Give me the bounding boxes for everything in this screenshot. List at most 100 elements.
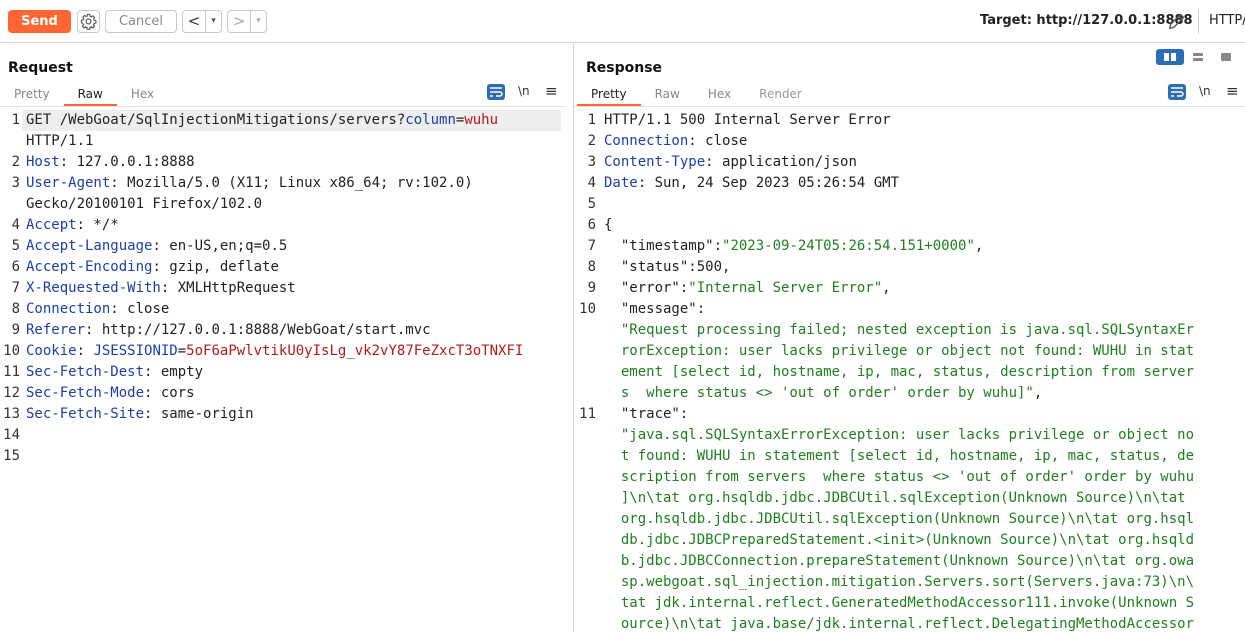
code-line: 10 "message": [574,299,1245,320]
tab-render[interactable]: Render [745,86,816,106]
code-line: 1 GET /WebGoat/SqlInjectionMitigations/se… [12,110,561,131]
header-value: : 127.0.0.1:8888 [59,154,195,170]
layout-toggle [1156,49,1240,65]
code-line: "Request processing failed; nested excep… [574,320,1245,341]
tab-hex[interactable]: Hex [694,86,745,106]
line-text: db.jdbc.JDBCPreparedStatement.<init>(Unk… [604,530,1194,551]
code-line: b.jdbc.JDBCConnection.prepareStatement(U… [574,551,1245,572]
layout-stacked-button[interactable] [1184,49,1212,65]
http-version-label[interactable]: HTTP/ [1209,13,1245,28]
header-value: : gzip, deflate [152,259,279,275]
line-number: 14 [3,427,20,443]
json-key: "trace": [604,406,689,422]
line-number: 4 [11,217,20,233]
header-value: : XMLHttpRequest [160,280,296,296]
line-number: 6 [11,259,20,275]
equals-sign: = [177,343,187,359]
header-name: Sec-Fetch-Mode [26,385,145,401]
line-text: ]\n\tat org.hsqldb.jdbc.JDBCUtil.sqlExce… [604,488,1186,509]
back-history-dropdown[interactable]: ▾ [205,11,221,32]
edit-target-button[interactable] [1166,10,1188,32]
tab-pretty[interactable]: Pretty [0,86,64,106]
newline-icon[interactable]: \n [518,84,530,98]
header-name: Referer [26,322,86,338]
header-value: : en-US,en;q=0.5 [152,238,288,254]
line-number: 8 [587,259,596,275]
tab-raw[interactable]: Raw [63,86,117,106]
line-number: 10 [3,343,20,359]
tab-raw[interactable]: Raw [641,86,694,106]
send-button[interactable]: Send [8,10,71,33]
tab-pretty[interactable]: Pretty [577,86,641,106]
line-text: GET /WebGoat/SqlInjectionMitigations/ser… [26,110,498,131]
layout-tabs-button[interactable] [1212,49,1240,65]
json-number: 500 [696,259,723,275]
forward-history-dropdown[interactable]: ▾ [250,11,266,32]
json-string: "2023-09-24T05:26:54.151+0000" [722,238,975,254]
json-string: rorException: user lacks privilege or ob… [604,343,1195,359]
layout-side-by-side-button[interactable] [1156,49,1184,65]
header-name: X-Requested-With [26,280,161,296]
plain-text: { [604,217,613,233]
plain-text: HTTP/1.1 500 Internal Server Error [604,112,891,128]
header-name: Connection [26,301,111,317]
header-value: : [76,343,94,359]
request-editor[interactable]: 1 GET /WebGoat/SqlInjectionMitigations/se… [0,110,566,467]
code-line: 3 Content-Type: application/json [574,152,1245,173]
line-text: scription from servers where status <> '… [604,467,1194,488]
tab-hex[interactable]: Hex [117,86,168,106]
response-title: Response [586,60,663,76]
header-name: User-Agent [26,175,111,191]
line-text: b.jdbc.JDBCConnection.prepareStatement(U… [604,551,1194,572]
json-string: ement [select id, hostname, ip, mac, sta… [604,364,1195,380]
code-line: 12 Sec-Fetch-Mode: cors [0,383,566,404]
line-number: 3 [587,154,596,170]
line-text: { [604,215,612,236]
header-value: : same-origin [144,406,254,422]
json-key: "status": [604,259,697,275]
response-viewer[interactable]: 1 HTTP/1.1 500 Internal Server Error 2 Conn… [574,110,1245,632]
header-name: Sec-Fetch-Dest [26,364,145,380]
line-text: ource)\n\tat java.base/jdk.internal.refl… [604,614,1194,632]
hamburger-menu-icon[interactable]: ≡ [545,82,558,100]
response-panel: Response Pretty Raw Hex Render \n ≡ 1 HTT… [574,44,1245,632]
single-pane-icon [1221,53,1231,61]
line-text: Connection: close [26,299,169,320]
line-text: Date: Sun, 24 Sep 2023 05:26:54 GMT [604,173,899,194]
plain-text: Gecko/20100101 Firefox/102.0 [26,196,263,212]
code-line: s where status <> 'out of order' order b… [574,383,1245,404]
line-text: Connection: close [604,131,747,152]
rows-icon [1193,53,1203,61]
json-string: sp.webgoat.sql_injection.mitigation.Serv… [604,574,1195,590]
line-number: 5 [11,238,20,254]
code-line: sp.webgoat.sql_injection.mitigation.Serv… [574,572,1245,593]
header-value: : cors [144,385,195,401]
line-text: sp.webgoat.sql_injection.mitigation.Serv… [604,572,1194,593]
line-number: 9 [587,280,596,296]
line-text: HTTP/1.1 500 Internal Server Error [604,110,891,131]
json-string: scription from servers where status <> '… [604,469,1195,485]
response-wrap-toggle[interactable] [1168,84,1186,100]
json-key: "message": [604,301,706,317]
json-string: ource)\n\tat java.base/jdk.internal.refl… [604,616,1195,632]
json-punct: , [1033,385,1043,401]
newline-icon[interactable]: \n [1199,84,1211,98]
request-wrap-toggle[interactable] [487,84,505,100]
header-value: : close [688,133,748,149]
plain-text: HTTP/1.1 [26,133,94,149]
header-value: : Sun, 24 Sep 2023 05:26:54 GMT [637,175,900,191]
settings-button[interactable] [77,10,100,33]
forward-button[interactable]: > [228,11,250,32]
pencil-icon [1168,13,1185,30]
line-text: ement [select id, hostname, ip, mac, sta… [604,362,1194,383]
code-line: 4 Accept: */* [0,215,566,236]
response-tabs-divider [574,106,1245,107]
header-value: : Mozilla/5.0 (X11; Linux x86_64; rv:102… [110,175,473,191]
query-param-name: column [405,112,456,128]
line-text: HTTP/1.1 [26,131,93,152]
line-number: 15 [3,448,20,464]
code-line: t found: WUHU in statement [select id, h… [574,446,1245,467]
back-button[interactable]: < [183,11,205,32]
hamburger-menu-icon[interactable]: ≡ [1226,82,1239,100]
cancel-button[interactable]: Cancel [105,10,177,33]
